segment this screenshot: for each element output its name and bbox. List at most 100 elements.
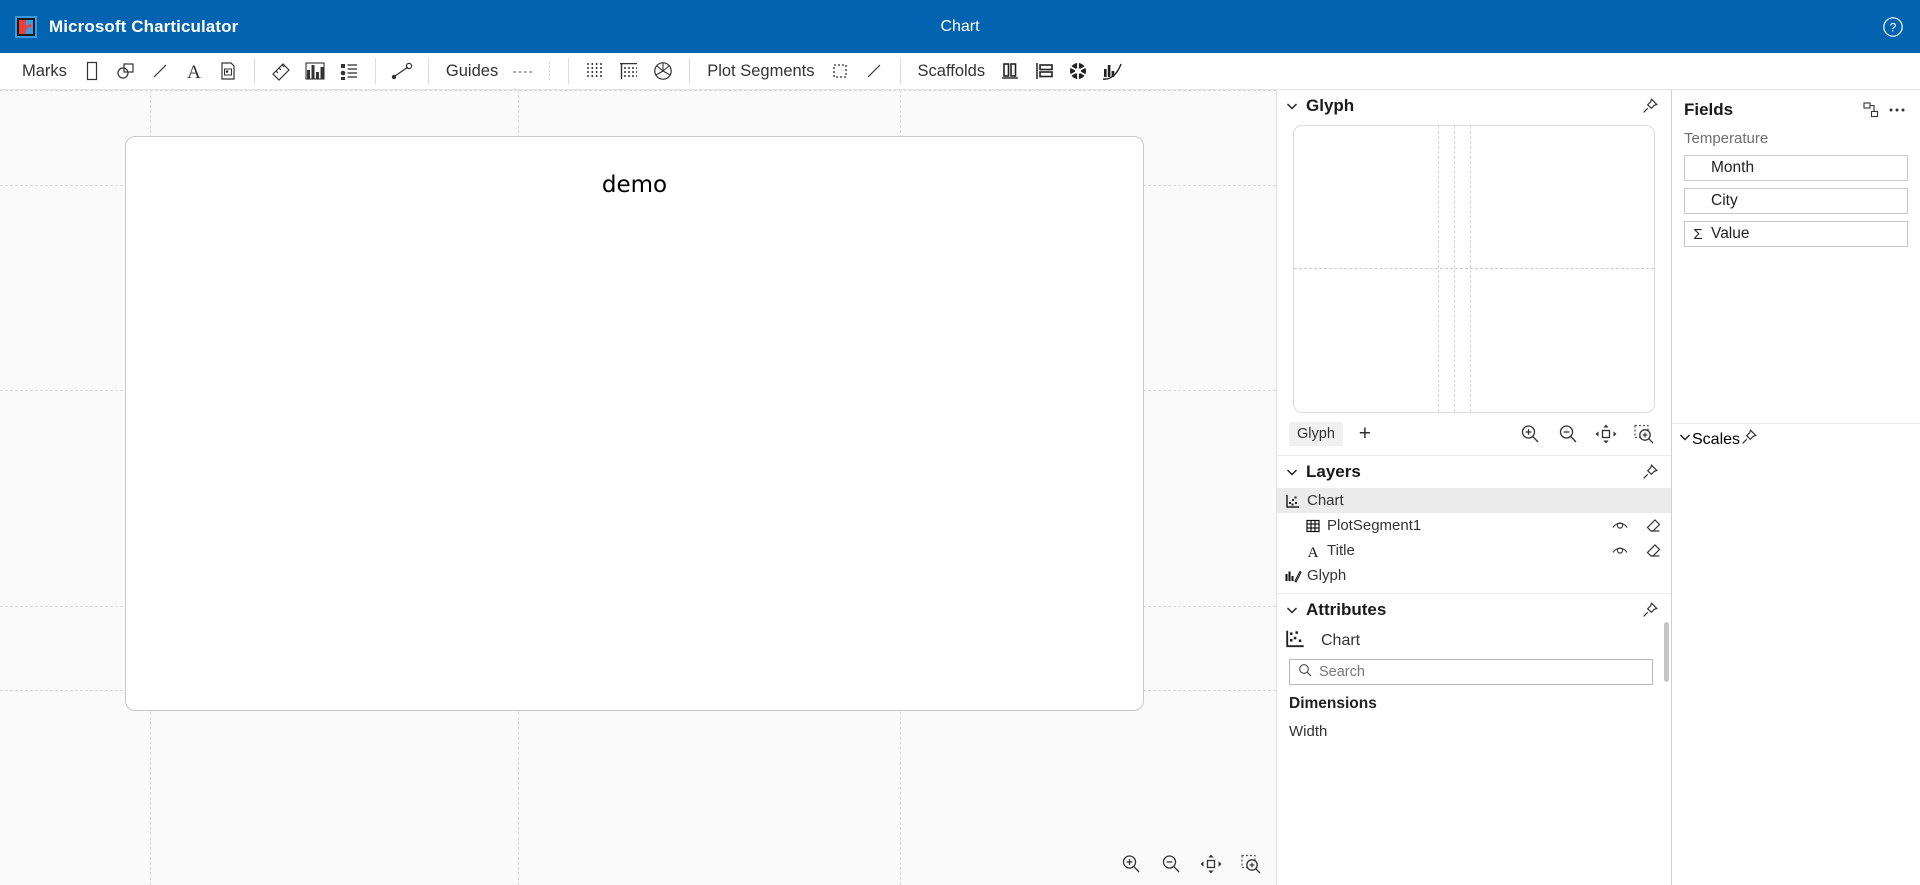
glyph-panel: Glyph Glyph + [1277,90,1671,451]
guide-y-button[interactable] [612,55,646,87]
right-side-panel: Fields Temperature Month City Σ Value Sc… [1672,90,1920,885]
attributes-search-input[interactable] [1319,664,1644,680]
attributes-search-box[interactable] [1289,659,1653,685]
chevron-down-icon[interactable] [1678,430,1692,449]
toolbar-group-label-guides: Guides [445,61,499,80]
mark-text-button[interactable]: A [177,55,211,87]
help-icon[interactable]: ? [1878,12,1908,42]
title-bar: Microsoft Charticulator Chart ? [0,0,1920,53]
canvas-zoom-selection-icon[interactable] [1236,849,1266,879]
mark-nested-chart-button[interactable] [298,55,332,87]
scales-panel: Scales [1672,423,1920,885]
pin-icon[interactable] [1740,428,1758,451]
eraser-icon[interactable] [1637,518,1671,534]
mark-legend-button[interactable] [332,55,366,87]
mark-rectangle-button[interactable] [75,55,109,87]
mark-link-button[interactable] [385,55,419,87]
attributes-target-object: Chart [1277,626,1671,656]
glyph-panel-header: Glyph [1277,90,1671,122]
glyph-zoom-out-icon[interactable] [1553,419,1583,449]
scales-panel-body [1672,455,1920,885]
mark-image-button[interactable] [211,55,245,87]
chevron-down-icon[interactable] [1283,601,1301,619]
canvas-fit-screen-icon[interactable] [1196,849,1226,879]
toolbar-divider [374,58,376,84]
chart-paper[interactable]: demo [125,136,1144,711]
glyph-zoom-controls [1515,419,1659,449]
editor-side-panel: Glyph Glyph + Layers Chart PlotSegment1 … [1276,90,1672,885]
chart-icon [1285,629,1307,654]
guide-coordinator-icon[interactable] [549,62,551,80]
glyph-editor-canvas[interactable] [1293,125,1655,413]
attributes-panel-header: Attributes [1277,594,1671,626]
scaffold-cartesian-x-button[interactable] [993,55,1027,87]
field-label: Value [1711,225,1750,242]
chevron-down-icon[interactable] [1283,97,1301,115]
layer-label: PlotSegment1 [1327,517,1422,534]
glyph-tab[interactable]: Glyph [1289,422,1343,446]
attributes-panel-title: Attributes [1306,600,1387,619]
pin-icon[interactable] [1639,461,1661,483]
scales-panel-header: Scales [1672,423,1920,455]
main-toolbar: Marks A Guides Plot Segments Scaffolds [0,53,1920,90]
layer-label: Glyph [1307,567,1347,584]
mark-data-axis-button[interactable] [264,55,298,87]
dataset-name: Temperature [1684,130,1769,147]
mark-symbol-button[interactable] [109,55,143,87]
svg-text:?: ? [1890,20,1897,34]
search-icon [1298,663,1312,682]
document-title-wrap: Chart [0,18,1920,36]
layer-item-glyph[interactable]: Glyph [1277,563,1671,588]
pin-icon[interactable] [1639,599,1661,621]
layers-panel: Layers Chart PlotSegment1 A Title Glyph [1277,455,1671,588]
chart-icon [1283,493,1303,509]
scaffold-curve-button[interactable] [1095,55,1129,87]
plot-segment-line-button[interactable] [857,55,891,87]
canvas-zoom-out-icon[interactable] [1156,849,1186,879]
chart-title-text[interactable]: demo [126,172,1143,198]
toolbar-group-label-scaffolds: Scaffolds [917,61,986,80]
layer-item-title[interactable]: A Title [1277,538,1671,563]
visibility-icon[interactable] [1603,543,1637,559]
toolbar-divider [427,58,429,84]
eraser-icon[interactable] [1637,543,1671,559]
chart-canvas[interactable]: demo [0,90,1276,885]
field-item-value[interactable]: Σ Value [1684,221,1908,247]
layers-panel-header: Layers [1277,456,1671,488]
add-glyph-button[interactable]: + [1351,421,1379,447]
scaffold-polar-button[interactable] [1061,55,1095,87]
pin-icon[interactable] [1639,95,1661,117]
layer-item-chart[interactable]: Chart [1277,488,1671,513]
field-item-month[interactable]: Month [1684,155,1908,181]
fields-panel-title: Fields [1684,100,1734,119]
scales-panel-title: Scales [1692,430,1741,448]
document-title[interactable]: Chart [940,18,979,35]
scaffold-cartesian-y-button[interactable] [1027,55,1061,87]
guide-line-button[interactable] [506,55,540,87]
guide-polar-button[interactable] [646,55,680,87]
glyph-icon [1283,568,1303,584]
mark-line-button[interactable] [143,55,177,87]
field-item-city[interactable]: City [1684,188,1908,214]
charticulator-logo-icon [15,15,37,38]
attributes-scrollbar[interactable] [1664,622,1669,682]
canvas-zoom-in-icon[interactable] [1116,849,1146,879]
glyph-fit-screen-icon[interactable] [1591,419,1621,449]
visibility-icon[interactable] [1603,518,1637,534]
glyph-panel-toolbar: Glyph + [1277,417,1671,451]
toolbar-divider [568,58,570,84]
plot-segment-icon [1303,518,1323,534]
toolbar-divider [253,58,255,84]
glyph-zoom-selection-icon[interactable] [1629,419,1659,449]
link-table-icon[interactable] [1858,98,1884,122]
layer-item-plotsegment1[interactable]: PlotSegment1 [1277,513,1671,538]
plot-segment-2d-button[interactable] [823,55,857,87]
field-label: Month [1711,159,1755,176]
glyph-zoom-in-icon[interactable] [1515,419,1545,449]
app-brand: Microsoft Charticulator [0,15,238,38]
field-sum-icon: Σ [1693,225,1703,243]
guide-x-button[interactable] [578,55,612,87]
ellipsis-icon[interactable] [1884,98,1910,122]
toolbar-divider [689,58,691,84]
chevron-down-icon[interactable] [1283,463,1301,481]
